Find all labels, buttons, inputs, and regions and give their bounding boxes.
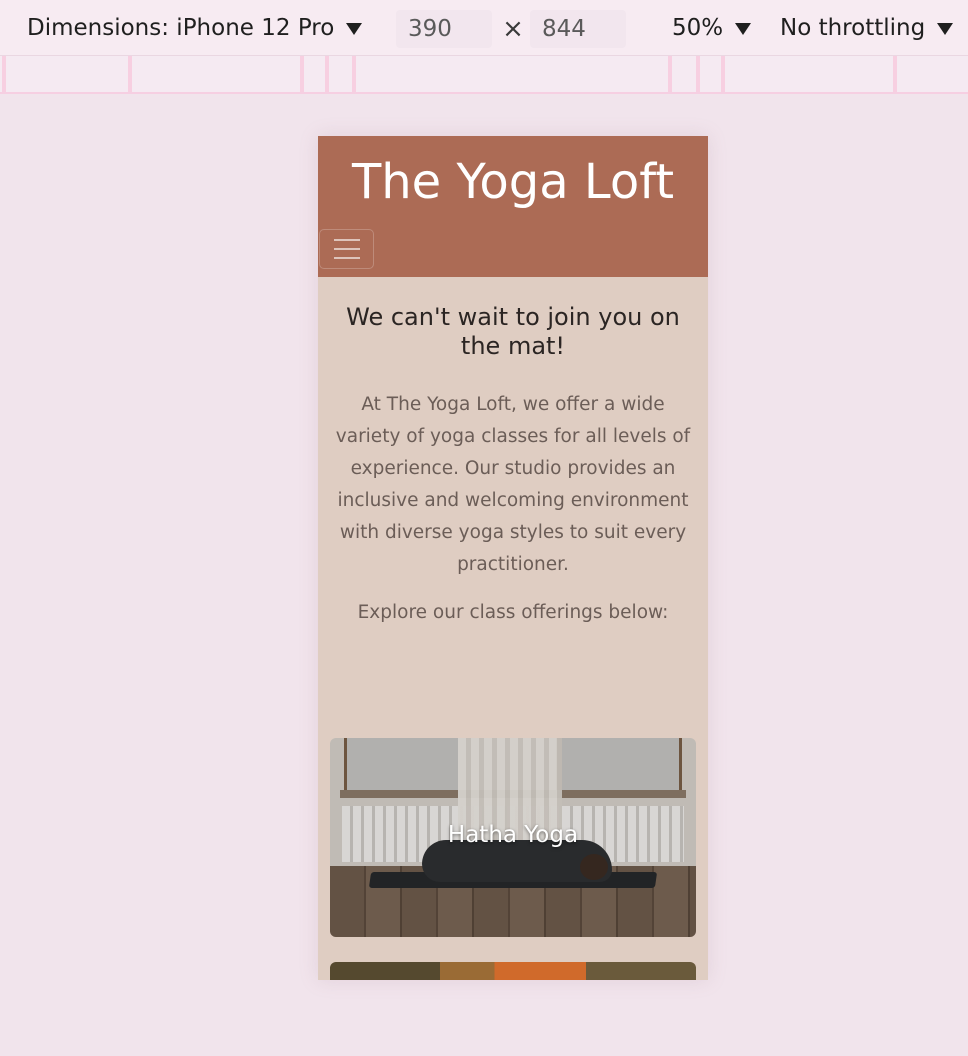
media-query-marker[interactable]	[893, 56, 897, 92]
media-query-marker[interactable]	[2, 56, 6, 92]
media-query-marker[interactable]	[696, 56, 700, 92]
throttling-select[interactable]: No throttling	[780, 0, 954, 56]
times-icon: ×	[502, 14, 524, 44]
device-toolbar: Dimensions: iPhone 12 Pro 390 × 844 50% …	[0, 0, 968, 56]
class-card-hatha[interactable]: Hatha Yoga	[330, 738, 696, 937]
media-query-marker[interactable]	[325, 56, 329, 92]
intro-body: At The Yoga Loft, we offer a wide variet…	[335, 394, 691, 575]
media-query-marker[interactable]	[300, 56, 304, 92]
throttling-select-label: No throttling	[780, 15, 926, 41]
class-card[interactable]	[330, 962, 696, 980]
explore-text: Explore our class offerings below:	[357, 602, 669, 623]
chevron-down-icon	[937, 23, 954, 35]
chevron-down-icon	[346, 23, 363, 35]
media-query-marker[interactable]	[128, 56, 132, 92]
site-header: The Yoga Loft	[318, 136, 708, 277]
zoom-select-label: 50%	[672, 15, 724, 41]
device-select[interactable]: Dimensions: iPhone 12 Pro	[27, 0, 363, 56]
media-query-marker[interactable]	[352, 56, 356, 92]
hamburger-menu-icon	[333, 239, 360, 241]
class-card-label: Hatha Yoga	[447, 822, 579, 848]
device-select-label: Dimensions: iPhone 12 Pro	[27, 15, 335, 41]
intro-heading: We can't wait to join you on the mat!	[346, 303, 680, 360]
site-title: The Yoga Loft	[351, 154, 675, 210]
zoom-select[interactable]: 50%	[672, 0, 752, 56]
media-query-marker[interactable]	[668, 56, 672, 92]
class-photo	[330, 962, 696, 980]
chevron-down-icon	[735, 23, 752, 35]
hamburger-menu-button[interactable]	[319, 229, 374, 269]
media-query-bar[interactable]	[0, 56, 968, 94]
height-input[interactable]: 844	[530, 10, 626, 48]
media-query-marker[interactable]	[721, 56, 725, 92]
device-viewport: The Yoga Loft We can't wait to join you …	[318, 136, 708, 980]
width-input[interactable]: 390	[396, 10, 492, 48]
intro-section: We can't wait to join you on the mat! At…	[318, 277, 708, 629]
